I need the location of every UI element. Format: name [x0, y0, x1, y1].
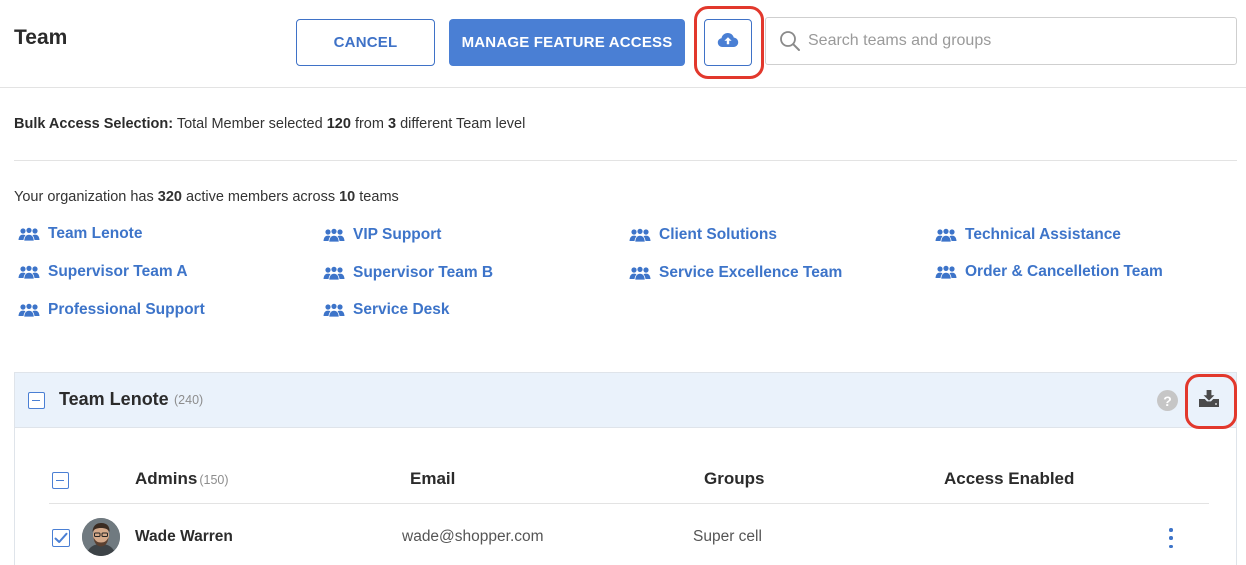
download-icon[interactable]	[1198, 389, 1220, 414]
bulk-access-summary: Bulk Access Selection: Total Member sele…	[14, 116, 525, 132]
page-header: Team CANCEL MANAGE FEATURE ACCESS	[0, 0, 1246, 88]
bulk-text-mid: from	[354, 116, 384, 132]
help-icon[interactable]: ?	[1157, 390, 1178, 411]
teams-count: 10	[339, 189, 356, 205]
admin-group: Super cell	[693, 528, 762, 545]
collapse-team-toggle[interactable]	[28, 392, 45, 409]
checkmark-icon	[54, 532, 68, 543]
team-link[interactable]: Professional Support	[18, 301, 205, 319]
bulk-text-after: different Team level	[400, 116, 526, 132]
org-text-mid: active members across	[186, 189, 336, 205]
team-link[interactable]: Service Desk	[323, 301, 450, 319]
active-members-count: 320	[157, 189, 182, 205]
team-link-label: Client Solutions	[659, 226, 777, 243]
team-link[interactable]: Supervisor Team A	[18, 263, 188, 281]
search-icon	[779, 30, 801, 57]
team-link[interactable]: Service Excellence Team	[629, 264, 842, 282]
users-group-icon	[323, 303, 345, 317]
avatar	[82, 518, 120, 556]
team-link-label: Technical Assistance	[965, 226, 1121, 243]
access-enabled-column-header[interactable]: Access Enabled	[944, 469, 1074, 489]
team-link[interactable]: VIP Support	[323, 226, 441, 244]
team-link-label: Supervisor Team A	[48, 263, 188, 280]
team-panel-header: Team Lenote (240) ?	[15, 373, 1237, 429]
cloud-upload-icon	[717, 32, 739, 53]
team-link[interactable]: Supervisor Team B	[323, 264, 493, 282]
select-all-admins-toggle[interactable]	[52, 472, 69, 489]
bulk-text-before: Total Member selected	[176, 116, 323, 132]
admins-header-label: Admins	[135, 469, 198, 488]
manage-feature-access-button[interactable]: MANAGE FEATURE ACCESS	[449, 19, 685, 66]
users-group-icon	[935, 228, 957, 242]
team-link-label: Order & Cancelletion Team	[965, 263, 1163, 280]
upload-button[interactable]	[704, 19, 752, 66]
team-link-label: Team Lenote	[48, 225, 143, 242]
users-group-icon	[323, 228, 345, 242]
bulk-label: Bulk Access Selection:	[14, 116, 174, 132]
team-link-label: VIP Support	[353, 226, 442, 243]
team-link-label: Professional Support	[48, 301, 205, 318]
admin-email: wade@shopper.com	[402, 528, 544, 545]
users-group-icon	[629, 266, 651, 280]
admin-name: Wade Warren	[135, 528, 233, 545]
users-group-icon	[18, 265, 40, 279]
organization-summary: Your organization has 320 active members…	[14, 189, 399, 205]
team-link-label: Service Excellence Team	[659, 264, 843, 281]
table-header-divider	[49, 503, 1209, 504]
section-divider	[14, 160, 1237, 161]
email-column-header[interactable]: Email	[410, 469, 455, 489]
members-selected-count: 120	[326, 116, 351, 132]
team-link-label: Supervisor Team B	[353, 264, 494, 281]
search-input[interactable]	[808, 28, 1218, 54]
cancel-button[interactable]: CANCEL	[296, 19, 435, 66]
admins-column-header[interactable]: Admins (150)	[135, 469, 229, 489]
users-group-icon	[629, 228, 651, 242]
row-more-options-icon[interactable]	[1167, 528, 1175, 548]
page-title: Team	[14, 26, 68, 49]
team-panel-title: Team Lenote	[59, 389, 169, 409]
team-panel: Team Lenote (240) ? Admins (150) Email Gr…	[14, 372, 1237, 565]
team-link[interactable]: Team Lenote	[18, 225, 142, 243]
org-text-before: Your organization has	[14, 189, 154, 205]
team-link[interactable]: Client Solutions	[629, 226, 777, 244]
admins-count: (150)	[199, 473, 229, 487]
team-member-count: (240)	[174, 393, 204, 407]
users-group-icon	[18, 303, 40, 317]
team-link-label: Service Desk	[353, 301, 450, 318]
team-link[interactable]: Order & Cancelletion Team	[935, 263, 1163, 281]
users-group-icon	[935, 265, 957, 279]
groups-column-header[interactable]: Groups	[704, 469, 764, 489]
org-text-after: teams	[359, 189, 399, 205]
team-levels-count: 3	[387, 116, 397, 132]
search-box	[765, 17, 1237, 65]
team-link[interactable]: Technical Assistance	[935, 226, 1121, 244]
row-checkbox[interactable]	[52, 529, 70, 547]
users-group-icon	[323, 266, 345, 280]
users-group-icon	[18, 227, 40, 241]
